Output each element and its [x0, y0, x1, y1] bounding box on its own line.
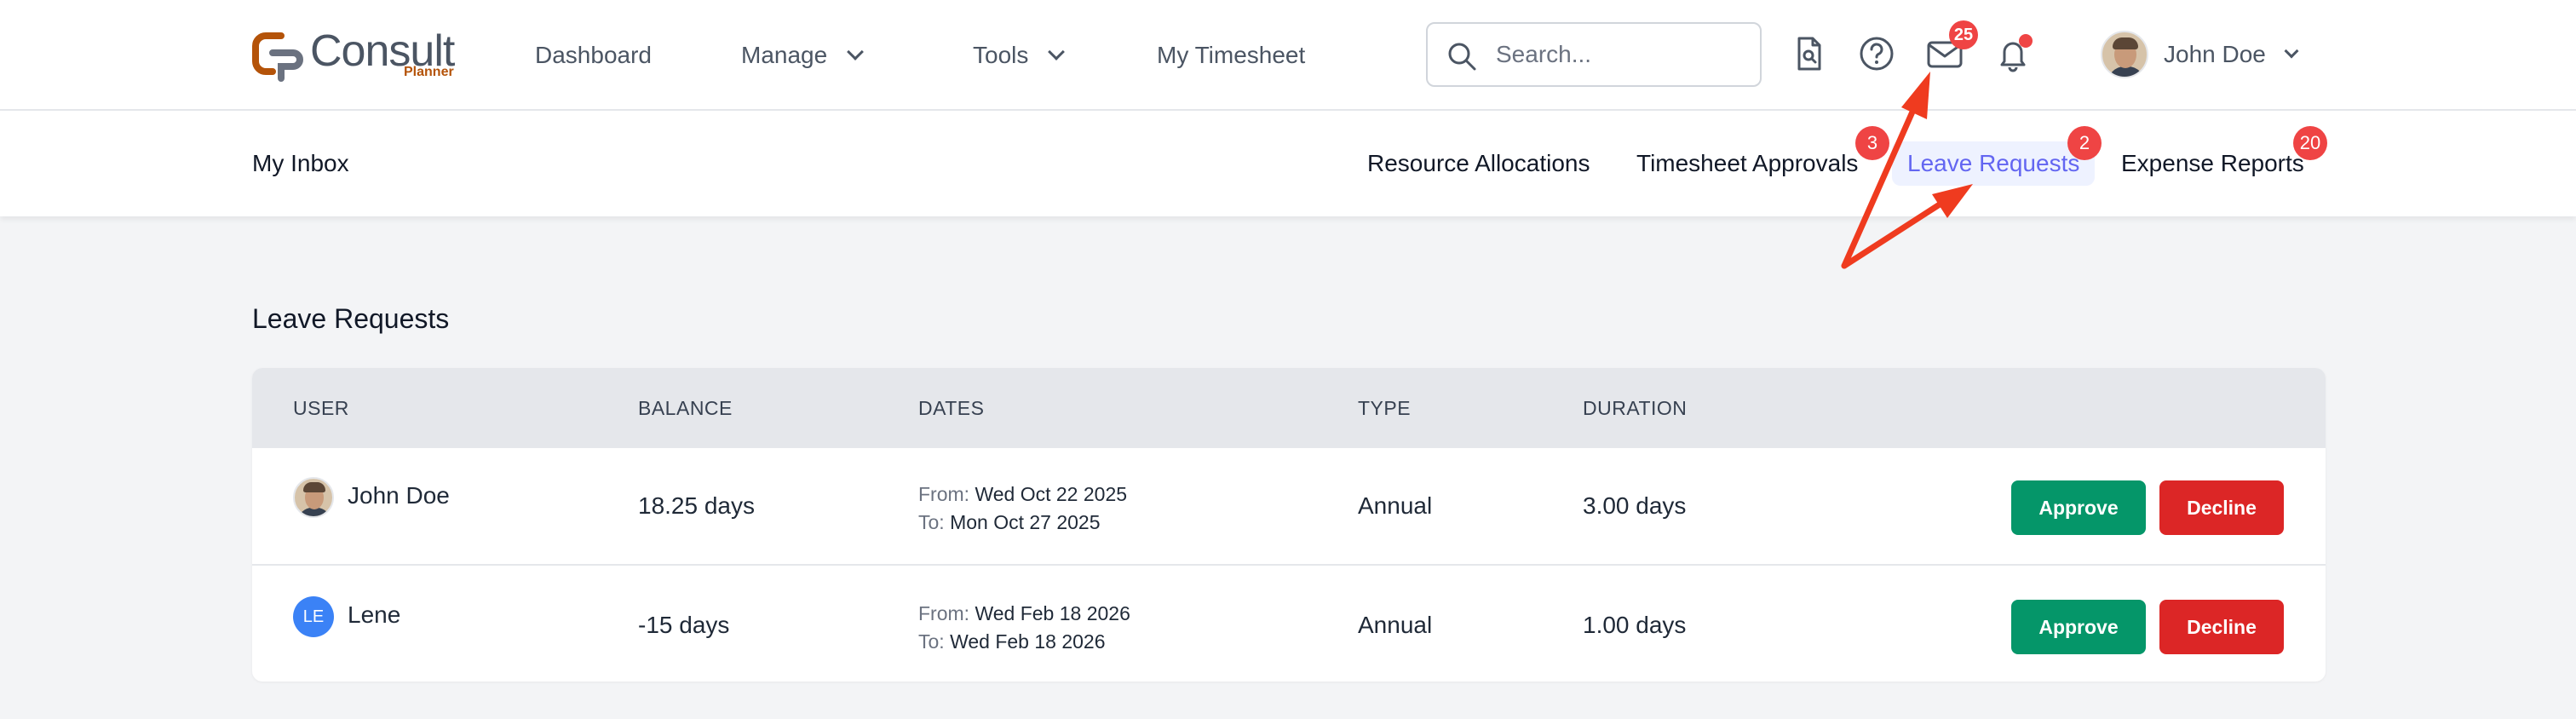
help-icon[interactable]: [1857, 34, 1896, 73]
tab-leave-requests[interactable]: Leave Requests: [1892, 141, 2096, 186]
from-label: From:: [918, 483, 970, 505]
logo-subtext: Planner: [404, 65, 454, 79]
column-header-duration: DURATION: [1583, 397, 1688, 419]
search-icon: [1448, 43, 1476, 71]
consult-planner-logo[interactable]: Consult Planner: [250, 26, 463, 82]
from-date: Wed Feb 18 2026: [975, 602, 1130, 624]
from-date: Wed Oct 22 2025: [975, 483, 1128, 505]
balance-cell: -15 days: [638, 612, 730, 638]
column-header-user: USER: [293, 397, 349, 419]
table-header: USER BALANCE DATES TYPE DURATION: [252, 368, 2326, 448]
mail-button[interactable]: 25: [1925, 20, 1978, 73]
user-name-cell: John Doe: [348, 482, 450, 509]
timesheet-approvals-badge: 3: [1855, 126, 1889, 160]
approve-button[interactable]: Approve: [2011, 480, 2146, 535]
from-label: From:: [918, 602, 970, 624]
tab-resource-allocations[interactable]: Resource Allocations: [1367, 150, 1590, 177]
table-row: John Doe 18.25 days From: Wed Oct 22 202…: [252, 448, 2326, 566]
nav-my-timesheet-label: My Timesheet: [1157, 42, 1306, 68]
avatar: [293, 477, 334, 518]
inbox-title: My Inbox: [252, 150, 349, 176]
tab-timesheet-approvals[interactable]: Timesheet Approvals: [1636, 150, 1858, 177]
to-date: Mon Oct 27 2025: [950, 511, 1101, 533]
to-label: To:: [918, 511, 945, 533]
dates-cell: From: Wed Oct 22 2025 To: Mon Oct 27 202…: [918, 480, 1127, 537]
dates-cell: From: Wed Feb 18 2026 To: Wed Feb 18 202…: [918, 600, 1130, 656]
search-box[interactable]: [1426, 22, 1762, 87]
leave-requests-table: USER BALANCE DATES TYPE DURATION John Do…: [252, 368, 2326, 682]
expense-reports-badge: 20: [2293, 126, 2327, 160]
type-cell: Annual: [1358, 492, 1433, 519]
to-date: Wed Feb 18 2026: [950, 630, 1106, 653]
duration-cell: 3.00 days: [1583, 492, 1687, 519]
nav-dashboard[interactable]: Dashboard: [535, 41, 652, 70]
duration-cell: 1.00 days: [1583, 612, 1687, 638]
mail-badge: 25: [1949, 20, 1978, 49]
table-row: LE Lene -15 days From: Wed Feb 18 2026 T…: [252, 567, 2326, 682]
column-header-type: TYPE: [1358, 397, 1412, 419]
nav-dashboard-label: Dashboard: [535, 42, 652, 68]
search-input[interactable]: [1496, 37, 1743, 72]
notifications-button[interactable]: [1993, 34, 2033, 73]
avatar: [2101, 31, 2148, 78]
top-navbar: Consult Planner Dashboard Manage Tools M…: [0, 0, 2576, 111]
logo-mark-icon: [252, 32, 303, 82]
decline-button[interactable]: Decline: [2159, 480, 2284, 535]
nav-tools-label: Tools: [973, 42, 1029, 68]
avatar: LE: [293, 596, 334, 637]
nav-tools[interactable]: Tools: [973, 41, 1066, 70]
user-name-cell: Lene: [348, 601, 401, 628]
to-label: To:: [918, 630, 945, 653]
balance-cell: 18.25 days: [638, 492, 755, 519]
nav-my-timesheet[interactable]: My Timesheet: [1157, 41, 1305, 70]
inbox-subnav: My Inbox Resource Allocations Timesheet …: [0, 111, 2576, 216]
nav-manage[interactable]: Manage: [741, 41, 865, 70]
column-header-balance: BALANCE: [638, 397, 733, 419]
chevron-down-icon: [847, 43, 865, 60]
approve-button[interactable]: Approve: [2011, 600, 2146, 654]
page-title: Leave Requests: [252, 303, 450, 334]
column-header-dates: DATES: [918, 397, 985, 419]
doc-search-icon[interactable]: [1789, 34, 1828, 73]
notification-dot: [2019, 34, 2033, 48]
chevron-down-icon: [1048, 43, 1066, 60]
tab-expense-reports[interactable]: Expense Reports: [2121, 150, 2304, 177]
decline-button[interactable]: Decline: [2159, 600, 2284, 654]
user-name: John Doe: [2164, 41, 2266, 67]
nav-manage-label: Manage: [741, 42, 828, 68]
type-cell: Annual: [1358, 612, 1433, 638]
leave-requests-badge: 2: [2067, 126, 2102, 160]
user-menu[interactable]: John Doe: [2101, 29, 2299, 80]
chevron-down-icon: [2284, 43, 2299, 59]
